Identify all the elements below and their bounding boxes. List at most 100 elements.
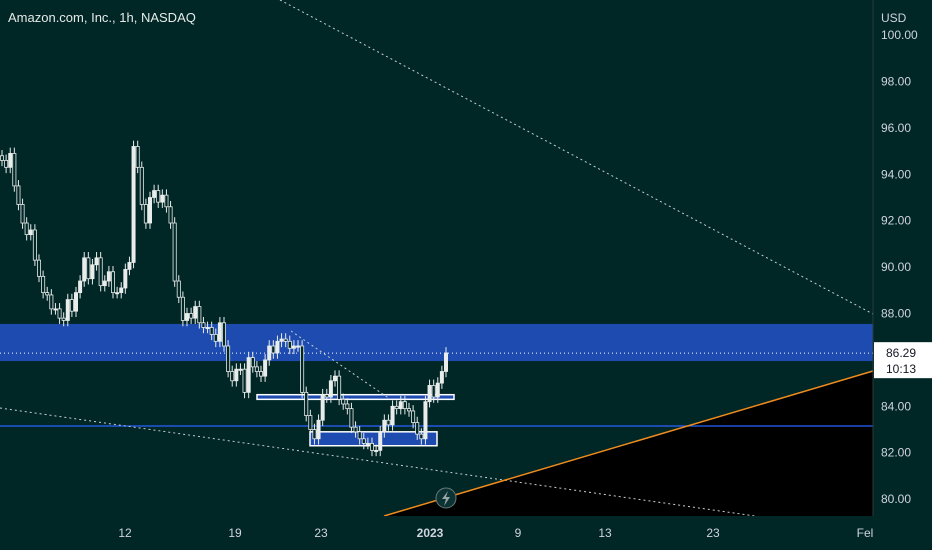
candle-body (152, 190, 157, 198)
candle-body (361, 438, 366, 444)
candle-body (156, 190, 161, 203)
candle-body (415, 422, 420, 435)
candle-body (357, 431, 362, 440)
candle-body (82, 257, 87, 282)
candle-body (250, 357, 255, 368)
candle-body (406, 408, 411, 412)
consolidation-box (256, 393, 455, 401)
candle-body (398, 401, 403, 410)
price-tick-label: 94.00 (881, 167, 911, 181)
candle-body (147, 197, 152, 224)
candle-body (402, 401, 407, 410)
candle-body (382, 419, 387, 433)
candle-body (53, 308, 58, 311)
candle-body (197, 306, 202, 324)
price-tick-label: 82.00 (881, 446, 911, 460)
candle-body (349, 408, 354, 428)
candle-body (176, 280, 181, 298)
time-tick-label: 12 (118, 526, 132, 540)
candle-body (16, 185, 21, 205)
candle-body (341, 398, 346, 405)
lightning-icon[interactable] (435, 487, 457, 509)
candle-body (184, 313, 189, 321)
candle-body (0, 155, 4, 161)
candle-body (443, 352, 448, 372)
price-tick-label: 90.00 (881, 260, 911, 274)
candle-body (168, 206, 173, 224)
price-badges: 86.29 10:13 (874, 342, 932, 379)
time-tick-label: 19 (228, 526, 242, 540)
candle-body (390, 405, 395, 426)
candle-body (102, 280, 107, 287)
candle-body (139, 166, 144, 205)
candle-body (279, 338, 284, 342)
candle-body (263, 359, 268, 377)
candle-body (57, 308, 62, 319)
candle-body (431, 385, 436, 398)
candle-body (123, 269, 128, 289)
candle-body (74, 292, 79, 312)
candle-body (32, 229, 37, 261)
candle-body (37, 259, 42, 277)
candle-body (127, 262, 132, 270)
candle-body (205, 327, 210, 330)
price-tick-label: 92.00 (881, 214, 911, 228)
time-tick-label: 13 (598, 526, 612, 540)
candle-body (271, 345, 276, 354)
candle-body (304, 391, 309, 416)
candle-body (4, 159, 9, 168)
candle-body (258, 371, 263, 377)
price-chart[interactable]: USD80.0082.0084.0086.0088.0090.0092.0094… (0, 0, 932, 550)
candle-body (419, 433, 424, 440)
candle-body (41, 275, 46, 294)
candle-body (172, 222, 177, 282)
candle-body (12, 153, 17, 187)
candle-body (312, 429, 317, 440)
candle-body (287, 340, 292, 349)
candle-body (193, 306, 198, 319)
candle-body (369, 443, 374, 451)
candle-body (378, 431, 383, 451)
candle-body (20, 204, 25, 224)
time-tick-label: 23 (706, 526, 720, 540)
candle-body (316, 419, 321, 440)
price-axis[interactable]: USD80.0082.0084.0086.0088.0090.0092.0094… (872, 0, 932, 550)
time-tick-label: 23 (314, 526, 328, 540)
candle-body (320, 394, 325, 421)
candle-body (246, 357, 251, 393)
candle-body (86, 257, 91, 280)
price-tick-label: 88.00 (881, 307, 911, 321)
candle-body (209, 327, 214, 335)
candle-body (439, 371, 444, 384)
price-tick-label: 80.00 (881, 492, 911, 506)
time-axis-background (0, 516, 932, 550)
candle-body (300, 345, 305, 393)
candle-body (135, 146, 140, 168)
candle-body (201, 322, 206, 328)
candle-body (353, 426, 358, 433)
candle-body (386, 419, 391, 426)
candle-body (242, 368, 247, 393)
candle-body (8, 153, 13, 168)
price-tick-label: 100.00 (881, 28, 918, 42)
candle-body (423, 401, 428, 440)
candle-body (106, 271, 111, 282)
candle-body (435, 382, 440, 398)
candle-body (238, 368, 243, 371)
countdown-label: 10:13 (886, 362, 916, 376)
candle-body (291, 345, 296, 349)
time-tick-label: 2023 (417, 526, 444, 540)
currency-label: USD (881, 11, 907, 25)
candle-body (90, 264, 95, 280)
candle-body (24, 222, 29, 236)
candle-body (337, 375, 342, 400)
chart-stage[interactable]: USD80.0082.0084.0086.0088.0090.0092.0094… (0, 0, 932, 550)
resistance-zone (0, 323, 873, 362)
price-tick-label: 98.00 (881, 75, 911, 89)
candle-body (254, 366, 259, 372)
time-axis[interactable]: 12 19 23 2023 9 13 23 Fel (0, 516, 932, 550)
candle-body (28, 229, 33, 236)
candle-body (283, 338, 288, 342)
candle-body (226, 345, 231, 372)
candle-body (78, 280, 83, 294)
